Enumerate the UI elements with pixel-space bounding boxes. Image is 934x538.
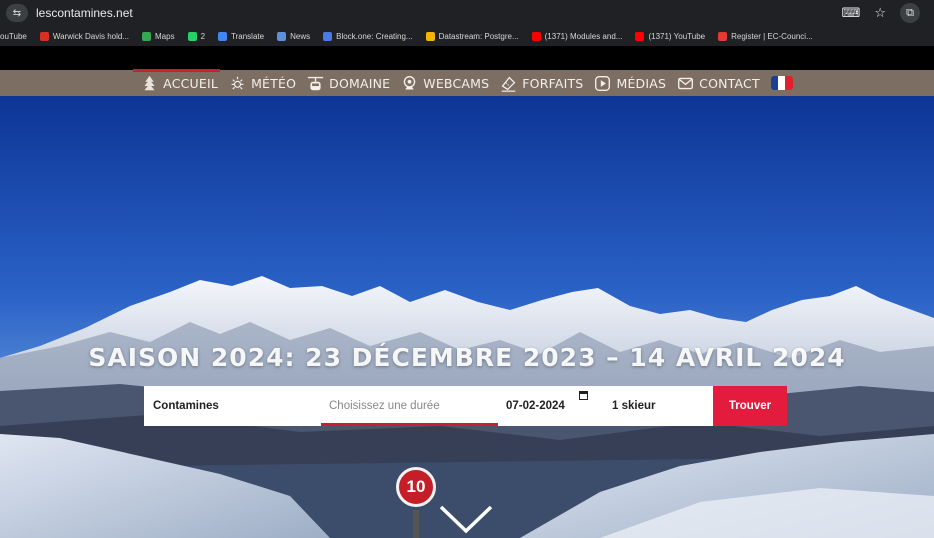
browser-chrome: ⇆ lescontamines.net ⌨ ☆ ⧉ ouTube Warwick …: [0, 0, 934, 46]
nav-item-label: DOMAINE: [329, 75, 391, 91]
bookmark-favicon-icon: [323, 31, 333, 41]
nav-item-accueil[interactable]: ACCUEIL: [133, 68, 220, 92]
bookmark-favicon-icon: [277, 31, 287, 41]
bookmark-label: 2: [200, 31, 206, 41]
url-text[interactable]: lescontamines.net: [36, 6, 133, 20]
bookmark-label: Translate: [231, 31, 265, 41]
language-flag-icon[interactable]: [770, 76, 793, 90]
bookmark-item[interactable]: Maps: [142, 31, 175, 41]
tree-icon: [141, 75, 158, 92]
sun-icon: [229, 75, 246, 92]
bookmark-item[interactable]: (1371) YouTube: [635, 31, 706, 41]
nav-item-label: WEBCAMS: [423, 75, 490, 91]
bookmark-label: (1371) YouTube: [648, 31, 706, 41]
mail-icon: [677, 75, 694, 92]
nav-item-meteo[interactable]: MÉTÉO: [229, 75, 296, 92]
duration-select[interactable]: Choisissez une durée: [321, 386, 498, 426]
bookmark-label: Datastream: Postgre...: [438, 31, 519, 41]
play-icon: [594, 75, 611, 92]
address-bar[interactable]: ⇆ lescontamines.net ⌨ ☆ ⧉: [0, 0, 934, 26]
bookmarks-bar: ouTube Warwick Davis hold... Maps 2 Translat…: [0, 26, 934, 46]
nav-item-forfaits[interactable]: FORFAITS: [500, 75, 583, 92]
webcam-icon: [401, 75, 418, 92]
bookmark-favicon-icon: [187, 31, 197, 41]
search-submit-button[interactable]: Trouver: [713, 386, 787, 426]
location-field[interactable]: Contamines: [144, 386, 321, 426]
gondola-icon: [307, 75, 324, 92]
bookmark-label: Register | EC-Counci...: [731, 31, 813, 41]
bookmark-favicon-icon: [425, 31, 435, 41]
nav-item-label: ACCUEIL: [163, 75, 219, 91]
slope-sign-number: 10: [406, 477, 426, 496]
bookmark-item[interactable]: (1371) Modules and...: [531, 31, 623, 41]
bookmark-favicon-icon: [142, 31, 152, 41]
bookmark-item[interactable]: Datastream: Postgre...: [425, 31, 519, 41]
extensions-icon[interactable]: ⧉: [900, 3, 920, 23]
bookmark-label: ouTube: [0, 31, 27, 41]
nav-item-contact[interactable]: CONTACT: [677, 75, 760, 92]
hero: SAISON 2024: 23 DÉCEMBRE 2023 – 14 AVRIL…: [0, 96, 934, 538]
booking-search-bar: Contamines Choisissez une durée 07-02-20…: [144, 386, 787, 426]
bookmark-item[interactable]: Block.one: Creating...: [323, 31, 413, 41]
site-nav: ACCUEIL MÉTÉO DOMAINE WEBCAMS FORFAITS MÉDIAS…: [0, 68, 934, 96]
bookmark-favicon-icon: [531, 31, 541, 41]
nav-item-domaine[interactable]: DOMAINE: [307, 75, 390, 92]
bookmark-item[interactable]: 2: [187, 31, 206, 41]
slope-sign-post: [413, 510, 419, 538]
nav-item-label: FORFAITS: [522, 75, 584, 91]
nav-item-webcams[interactable]: WEBCAMS: [401, 75, 489, 92]
bookmark-favicon-icon: [718, 31, 728, 41]
address-bar-actions: ⌨ ☆ ⧉: [842, 3, 920, 23]
bookmark-item[interactable]: News: [277, 31, 311, 41]
season-title: SAISON 2024: 23 DÉCEMBRE 2023 – 14 AVRIL…: [88, 343, 846, 372]
bookmark-label: Maps: [155, 31, 175, 41]
bookmark-label: Warwick Davis hold...: [52, 31, 130, 41]
slope-sign: 10: [396, 467, 436, 507]
bookmark-item[interactable]: Register | EC-Counci...: [718, 31, 813, 41]
nav-item-medias[interactable]: MÉDIAS: [594, 75, 666, 92]
bookmark-label: Block.one: Creating...: [336, 31, 413, 41]
translate-icon[interactable]: ⌨: [842, 6, 861, 21]
bookmark-label: News: [290, 31, 311, 41]
nav-item-label: MÉTÉO: [251, 75, 297, 91]
bookmark-favicon-icon: [39, 31, 49, 41]
bookmark-label: (1371) Modules and...: [544, 31, 623, 41]
date-field[interactable]: 07-02-2024: [498, 386, 610, 426]
bookmark-favicon-icon: [635, 31, 645, 41]
site-info-icon[interactable]: ⇆: [6, 4, 28, 22]
bookmark-star-icon[interactable]: ☆: [874, 6, 886, 21]
ticket-icon: [500, 75, 517, 92]
bookmark-item[interactable]: Translate: [218, 31, 265, 41]
bookmark-favicon-icon: [218, 31, 228, 41]
date-value: 07-02-2024: [506, 400, 565, 412]
scroll-down-chevron-icon[interactable]: [438, 504, 494, 534]
calendar-icon[interactable]: [579, 391, 588, 400]
skier-count-field[interactable]: 1 skieur: [610, 386, 713, 426]
nav-item-label: CONTACT: [699, 75, 760, 91]
mountain-panorama: [0, 96, 934, 538]
bookmark-item[interactable]: Warwick Davis hold...: [39, 31, 130, 41]
bookmark-item[interactable]: ouTube: [0, 32, 27, 41]
nav-item-label: MÉDIAS: [616, 75, 667, 91]
